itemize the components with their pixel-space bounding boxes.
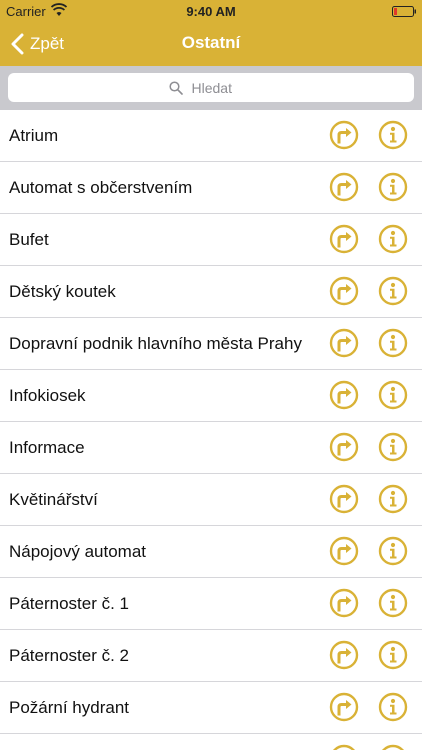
list-item[interactable]: Dětský koutek: [0, 266, 422, 318]
turn-right-arrow-icon: [329, 120, 359, 150]
turn-right-arrow-icon: [329, 380, 359, 410]
route-button[interactable]: [329, 276, 359, 306]
list-item[interactable]: Přebalovací koutek: [0, 734, 422, 750]
info-button[interactable]: [378, 640, 408, 670]
status-bar: Carrier 9:40 AM: [0, 0, 422, 22]
search-input[interactable]: [189, 78, 254, 97]
page-title: Ostatní: [181, 33, 241, 52]
list-item-label: Infokiosek: [9, 386, 86, 405]
info-button[interactable]: [378, 120, 408, 150]
route-button[interactable]: [329, 484, 359, 514]
info-button[interactable]: [378, 224, 408, 254]
battery-icon: [392, 5, 416, 17]
list-item-label: Květinářství: [9, 490, 98, 509]
info-button[interactable]: [378, 588, 408, 618]
list-item-label: Nápojový automat: [9, 542, 147, 561]
list-item[interactable]: Infokiosek: [0, 370, 422, 422]
list-item[interactable]: Páternoster č. 2: [0, 630, 422, 682]
route-button[interactable]: [329, 172, 359, 202]
list-item-label: Dopravní podnik hlavního města Prahy: [9, 334, 302, 353]
turn-right-arrow-icon: [329, 172, 359, 202]
info-circle-icon: [378, 224, 408, 254]
list-item-label: Automat s občerstvením: [9, 178, 193, 197]
list-item-label: Informace: [9, 438, 85, 457]
turn-right-arrow-icon: [329, 588, 359, 618]
info-button[interactable]: [378, 484, 408, 514]
route-button[interactable]: [329, 120, 359, 150]
info-circle-icon: [378, 536, 408, 566]
info-circle-icon: [378, 328, 408, 358]
turn-right-arrow-icon: [329, 276, 359, 306]
list-item[interactable]: Nápojový automat: [0, 526, 422, 578]
info-circle-icon: [378, 640, 408, 670]
route-button[interactable]: [329, 744, 359, 750]
list-item-label: Atrium: [9, 126, 59, 145]
list-item[interactable]: Automat s občerstvením: [0, 162, 422, 214]
turn-right-arrow-icon: [329, 484, 359, 514]
list-item[interactable]: Květinářství: [0, 474, 422, 526]
list-item-label: Dětský koutek: [9, 282, 116, 301]
info-circle-icon: [378, 172, 408, 202]
search-field[interactable]: [8, 73, 414, 102]
turn-right-arrow-icon: [329, 640, 359, 670]
list-item[interactable]: Informace: [0, 422, 422, 474]
search-icon: [168, 80, 183, 95]
navigation-bar: Zpět Ostatní: [0, 22, 422, 66]
list-item-label: Páternoster č. 2: [9, 646, 130, 665]
route-button[interactable]: [329, 588, 359, 618]
list-item[interactable]: Páternoster č. 1: [0, 578, 422, 630]
route-button[interactable]: [329, 224, 359, 254]
info-circle-icon: [378, 692, 408, 722]
list-item[interactable]: Dopravní podnik hlavního města Prahy: [0, 318, 422, 370]
list-item-label: Páternoster č. 1: [9, 594, 130, 613]
route-button[interactable]: [329, 536, 359, 566]
list-item[interactable]: Atrium: [0, 110, 422, 162]
app-header: Carrier 9:40 AM Zpět Ostatní: [0, 0, 422, 66]
info-button[interactable]: [378, 744, 408, 750]
info-button[interactable]: [378, 172, 408, 202]
list-item[interactable]: Požární hydrant: [0, 682, 422, 734]
turn-right-arrow-icon: [333, 744, 355, 750]
info-circle-icon: [378, 432, 408, 462]
info-circle-icon: [378, 380, 408, 410]
info-button[interactable]: [378, 276, 408, 306]
turn-right-arrow-icon: [329, 432, 359, 462]
info-button[interactable]: [378, 328, 408, 358]
list-item[interactable]: Bufet: [0, 214, 422, 266]
info-circle-icon: [378, 120, 408, 150]
info-button[interactable]: [378, 432, 408, 462]
route-button[interactable]: [329, 692, 359, 722]
route-button[interactable]: [329, 328, 359, 358]
search-bar: [0, 66, 422, 110]
turn-right-arrow-icon: [329, 224, 359, 254]
info-button[interactable]: [378, 692, 408, 722]
route-button[interactable]: [329, 432, 359, 462]
info-circle-icon: [378, 484, 408, 514]
list-item-label: Požární hydrant: [9, 698, 130, 717]
info-button[interactable]: [378, 380, 408, 410]
info-circle-icon: [378, 588, 408, 618]
list-item-label: Bufet: [9, 230, 49, 249]
place-list: Atrium Automat s občerstvením Bufet Děts…: [0, 110, 422, 750]
info-circle-icon: [378, 276, 408, 306]
route-button[interactable]: [329, 380, 359, 410]
info-circle-icon: [382, 744, 404, 750]
turn-right-arrow-icon: [329, 328, 359, 358]
turn-right-arrow-icon: [329, 536, 359, 566]
turn-right-arrow-icon: [329, 692, 359, 722]
route-button[interactable]: [329, 640, 359, 670]
clock: 9:40 AM: [186, 4, 236, 19]
info-button[interactable]: [378, 536, 408, 566]
